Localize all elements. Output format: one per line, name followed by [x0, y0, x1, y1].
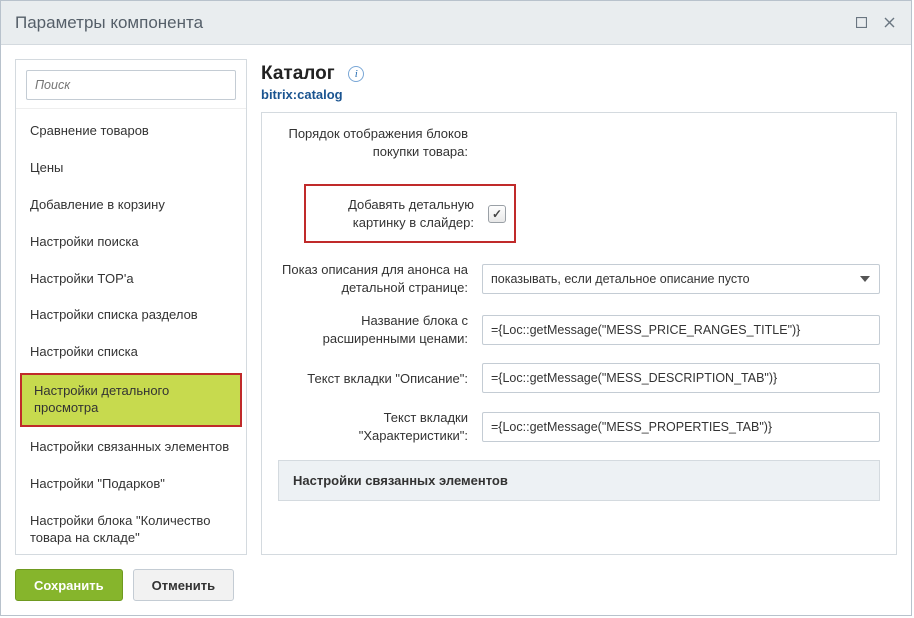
param-control — [482, 363, 880, 393]
input-description-tab[interactable] — [482, 363, 880, 393]
sidebar-item[interactable]: Настройки "Подарков" — [16, 466, 246, 503]
main-header: Каталог i bitrix:catalog — [261, 59, 897, 112]
sidebar-item[interactable]: Добавление в корзину — [16, 187, 246, 224]
save-button[interactable]: Сохранить — [15, 569, 123, 601]
param-row-add-detail-picture: Добавять детальную картинку в слайдер: ✓ — [304, 184, 516, 243]
content: Сравнение товаров Цены Добавление в корз… — [1, 45, 911, 555]
check-icon: ✓ — [492, 207, 502, 221]
param-label: Текст вкладки "Описание": — [278, 370, 468, 388]
param-label: Название блока с расширенными ценами: — [278, 312, 468, 347]
sidebar-item[interactable]: Сравнение товаров — [16, 113, 246, 150]
checkbox[interactable]: ✓ — [488, 205, 506, 223]
select-wrap: показывать, если детальное описание пуст… — [482, 264, 880, 294]
search-wrap — [16, 60, 246, 109]
sidebar-item[interactable]: Настройки списка разделов — [16, 297, 246, 334]
param-row-description-tab: Текст вкладки "Описание": — [278, 363, 880, 393]
sidebar: Сравнение товаров Цены Добавление в корз… — [15, 59, 247, 555]
input-price-ranges-title[interactable] — [482, 315, 880, 345]
param-row-price-ranges-title: Название блока с расширенными ценами: — [278, 312, 880, 347]
param-control — [482, 315, 880, 345]
sidebar-item[interactable]: Цены — [16, 150, 246, 187]
sidebar-item[interactable]: Настройки TOP'а — [16, 261, 246, 298]
param-label: Порядок отображения блоков покупки товар… — [278, 125, 468, 160]
close-icon[interactable] — [881, 15, 897, 31]
param-control — [482, 412, 880, 442]
param-row-picture-mode: Показ описания для анонса на детальной с… — [278, 261, 880, 296]
page-title: Каталог — [261, 63, 335, 85]
titlebar: Параметры компонента — [1, 1, 911, 45]
search-input[interactable] — [26, 70, 236, 100]
param-label: Добавять детальную картинку в слайдер: — [314, 196, 474, 231]
cancel-button[interactable]: Отменить — [133, 569, 235, 601]
params-scroll[interactable]: Порядок отображения блоков покупки товар… — [261, 112, 897, 555]
section-header-related[interactable]: Настройки связанных элементов — [278, 460, 880, 501]
sidebar-scroll[interactable]: Сравнение товаров Цены Добавление в корз… — [16, 109, 246, 554]
sidebar-item[interactable]: Настройки поиска — [16, 224, 246, 261]
dialog-title: Параметры компонента — [15, 13, 853, 33]
window-controls — [853, 15, 897, 31]
sidebar-item-active[interactable]: Настройки детального просмотра — [20, 373, 242, 427]
sidebar-item[interactable]: Настройки блока "Количество товара на ск… — [16, 503, 246, 554]
sidebar-item[interactable]: Настройки списка — [16, 334, 246, 371]
info-icon[interactable]: i — [348, 66, 364, 82]
param-row-properties-tab: Текст вкладки "Характеристики": — [278, 409, 880, 444]
param-row-blocks-order: Порядок отображения блоков покупки товар… — [278, 125, 880, 160]
maximize-icon[interactable] — [853, 15, 869, 31]
param-label: Текст вкладки "Характеристики": — [278, 409, 468, 444]
main: Каталог i bitrix:catalog Порядок отображ… — [261, 59, 897, 555]
component-name: bitrix:catalog — [261, 87, 897, 102]
dialog: Параметры компонента Сравнение товаров Ц… — [0, 0, 912, 616]
select-picture-mode[interactable]: показывать, если детальное описание пуст… — [482, 264, 880, 294]
input-properties-tab[interactable] — [482, 412, 880, 442]
footer: Сохранить Отменить — [1, 555, 911, 615]
sidebar-item[interactable]: Настройки связанных элементов — [16, 429, 246, 466]
param-label: Показ описания для анонса на детальной с… — [278, 261, 468, 296]
